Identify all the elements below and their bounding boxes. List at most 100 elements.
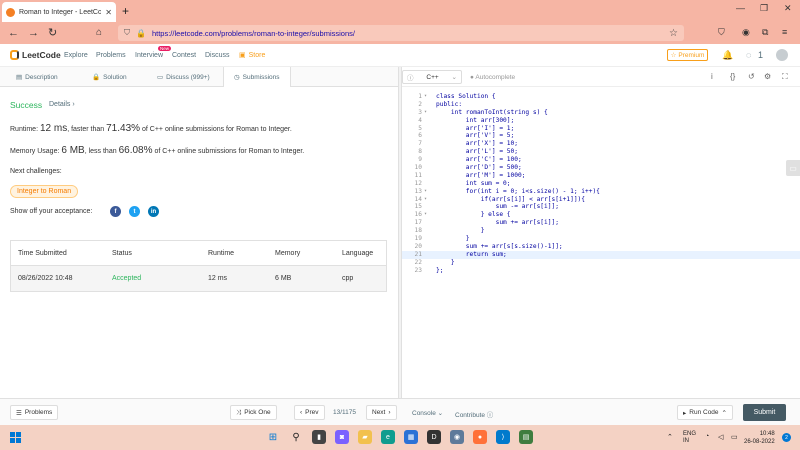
battery-icon[interactable]: ▭ [731, 433, 738, 441]
twitter-icon[interactable]: t [129, 206, 140, 217]
code-line[interactable]: 23}; [402, 267, 800, 275]
braces-icon[interactable]: {} [730, 72, 735, 81]
details-link[interactable]: Details › [49, 101, 75, 108]
problems-button[interactable]: ☰ Problems [10, 405, 59, 420]
search-icon[interactable]: ⚲ [289, 430, 303, 444]
windows-start-icon[interactable] [10, 432, 21, 443]
shield-icon[interactable]: ⛉ [124, 28, 130, 38]
camera-icon[interactable]: ◉ [450, 430, 464, 444]
code-line[interactable]: 9 arr['C'] = 100; [402, 156, 800, 164]
submit-button[interactable]: Submit [743, 404, 786, 421]
code-line[interactable]: 2 public: [402, 101, 800, 109]
code-line[interactable]: 7 arr['X'] = 10; [402, 140, 800, 148]
language-select[interactable]: ⓘ C++ ⌄ [402, 70, 462, 84]
accepted-link[interactable]: Accepted [112, 275, 208, 282]
wifi-icon[interactable]: ◔ [705, 433, 709, 440]
bell-icon[interactable]: 🔔 [722, 50, 733, 61]
chat-icon[interactable]: ◙ [335, 430, 349, 444]
restore-icon[interactable]: ❐ [760, 3, 768, 14]
nav-discuss[interactable]: Discuss [205, 52, 230, 59]
contribute-link[interactable]: Contribute ⓘ [455, 409, 493, 419]
code-line[interactable]: 15 sum -= arr[s[i]]; [402, 203, 800, 211]
nav-problems[interactable]: Problems [96, 52, 126, 59]
edge-icon[interactable]: e [381, 430, 395, 444]
start-menu-icon[interactable]: ⊞ [266, 430, 280, 444]
nav-store[interactable]: ▣ Store [239, 51, 265, 60]
premium-button[interactable]: ☆ Premium [667, 49, 708, 61]
info-icon[interactable]: i [711, 72, 713, 81]
notification-badge[interactable]: 2 [782, 433, 791, 442]
code-line[interactable]: 16 ▾ } else { [402, 211, 800, 219]
code-line[interactable]: 8 arr['L'] = 50; [402, 148, 800, 156]
next-button[interactable]: Next › [366, 405, 397, 420]
language-indicator[interactable]: ENG IN [683, 431, 696, 445]
new-tab-button[interactable]: + [122, 4, 129, 18]
pocket-icon[interactable]: ⛉ [718, 27, 725, 38]
clock[interactable]: 10:48 26-08-2022 [744, 430, 775, 446]
file-explorer-icon[interactable]: ▰ [358, 430, 372, 444]
challenge-chip[interactable]: Integer to Roman [10, 185, 79, 198]
code-line[interactable]: 4 int arr[300]; [402, 117, 800, 125]
code-line[interactable]: 10 arr['D'] = 500; [402, 164, 800, 172]
task-view-icon[interactable]: ▮ [312, 430, 326, 444]
settings-icon[interactable]: ⚙ [764, 72, 771, 81]
code-line[interactable]: 17 sum += arr[s[i]]; [402, 219, 800, 227]
bookmark-star-icon[interactable]: ☆ [669, 28, 678, 39]
code-line[interactable]: 18 } [402, 227, 800, 235]
nav-explore[interactable]: Explore [64, 52, 88, 59]
code-line[interactable]: 1 ▾ class Solution { [402, 93, 800, 101]
home-icon[interactable]: ⌂ [96, 26, 102, 40]
code-line[interactable]: 14 ▾ if(arr[s[i]] < arr[s[i+1]]){ [402, 196, 800, 204]
linkedin-icon[interactable]: in [148, 206, 159, 217]
chevron-up-icon[interactable]: ⌃ [667, 433, 673, 441]
table-row[interactable]: 08/26/2022 10:48 Accepted 12 ms 6 MB cpp [11, 266, 386, 291]
reset-icon[interactable]: ↺ [748, 72, 755, 81]
code-line[interactable]: 11 arr['M'] = 1000; [402, 172, 800, 180]
code-line[interactable]: 21 return sum; [402, 250, 800, 259]
facebook-icon[interactable]: f [110, 206, 121, 217]
profile-icon[interactable]: ◉ [742, 27, 750, 38]
nav-interview[interactable]: Interview [135, 52, 163, 59]
browser-tab[interactable]: Roman to Integer - LeetCode ✕ [2, 2, 116, 22]
menu-icon[interactable]: ≡ [782, 27, 787, 37]
leetcode-logo[interactable]: LeetCode [10, 50, 61, 60]
code-line[interactable]: 12 int sum = 0; [402, 180, 800, 188]
code-line[interactable]: 13 ▾ for(int i = 0; i<s.size() - 1; i++){ [402, 188, 800, 196]
nav-contest[interactable]: Contest [172, 52, 196, 59]
code-line[interactable]: 20 sum += arr[s[s.size()-1]]; [402, 243, 800, 251]
minimize-icon[interactable]: — [736, 3, 745, 13]
autocomplete-toggle[interactable]: ● Autocomplete [470, 74, 515, 81]
close-tab-icon[interactable]: ✕ [105, 8, 112, 17]
store-app-icon[interactable]: ▦ [404, 430, 418, 444]
code-line[interactable]: 3 ▾ int romanToInt(string s) { [402, 109, 800, 117]
forward-icon[interactable]: → [28, 26, 39, 40]
code-line[interactable]: 22 } [402, 259, 800, 267]
close-window-icon[interactable]: ✕ [784, 3, 792, 14]
url-text[interactable]: https://leetcode.com/problems/roman-to-i… [152, 29, 663, 38]
code-line[interactable]: 5 arr['I'] = 1; [402, 125, 800, 133]
lock-icon[interactable]: 🔒 [136, 29, 146, 38]
volume-icon[interactable]: ◁ [718, 433, 723, 441]
code-line[interactable]: 6 arr['V'] = 5; [402, 132, 800, 140]
avatar[interactable] [776, 49, 788, 61]
prev-button[interactable]: ‹ Prev [294, 405, 325, 420]
dell-icon[interactable]: D [427, 430, 441, 444]
tab-discuss[interactable]: ▭ Discuss (999+) [157, 67, 210, 87]
run-code-button[interactable]: ▸ Run Code ⌃ [677, 405, 733, 420]
terminal-icon[interactable]: ▤ [519, 430, 533, 444]
tab-solution[interactable]: 🔒 Solution [92, 67, 127, 87]
fullscreen-icon[interactable]: ⛶ [782, 72, 788, 82]
firefox-icon[interactable]: ● [473, 430, 487, 444]
coin-icon[interactable]: ◌ [746, 50, 751, 60]
code-line[interactable]: 19 } [402, 235, 800, 243]
console-toggle[interactable]: Console ⌄ [412, 409, 443, 417]
back-icon[interactable]: ← [8, 26, 19, 40]
tab-submissions[interactable]: ◷ Submissions [223, 67, 291, 87]
extensions-icon[interactable]: ⧉ [762, 27, 768, 38]
tab-description[interactable]: ▤ Description [16, 67, 58, 87]
code-area[interactable]: 1 ▾ class Solution {2 public: 3 ▾ int romanTo… [402, 93, 800, 274]
vscode-icon[interactable]: ⟩ [496, 430, 510, 444]
pick-one-button[interactable]: ⤨ Pick One [230, 405, 277, 420]
address-bar[interactable]: ⛉ 🔒 https://leetcode.com/problems/roman-… [118, 25, 684, 41]
reload-icon[interactable]: ↻ [48, 26, 57, 40]
